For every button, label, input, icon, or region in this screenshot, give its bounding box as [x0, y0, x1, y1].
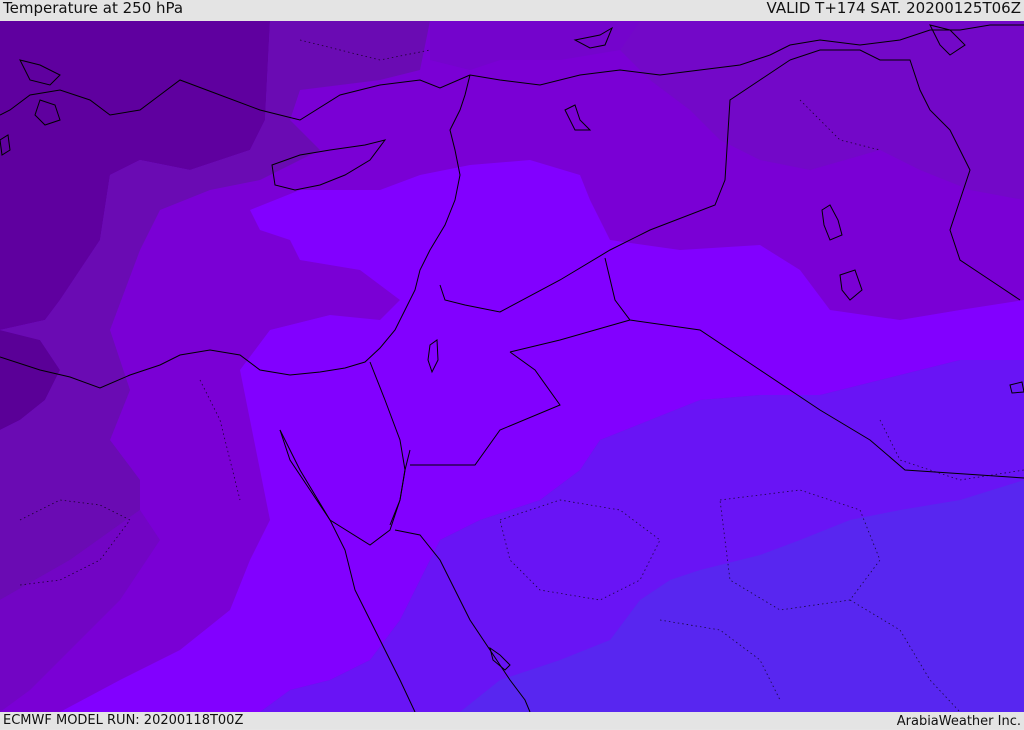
- temperature-map: [0, 21, 1024, 712]
- map-footer: ECMWF MODEL RUN: 20200118T00Z ArabiaWeat…: [0, 712, 1024, 729]
- model-run-label: ECMWF MODEL RUN: 20200118T00Z: [3, 713, 244, 728]
- credit-label: ArabiaWeather Inc.: [896, 714, 1021, 729]
- map-header: Temperature at 250 hPa VALID T+174 SAT. …: [0, 0, 1024, 21]
- map-canvas: [0, 21, 1024, 712]
- map-title: Temperature at 250 hPa: [3, 0, 184, 17]
- valid-time-label: VALID T+174 SAT. 20200125T06Z: [766, 0, 1021, 17]
